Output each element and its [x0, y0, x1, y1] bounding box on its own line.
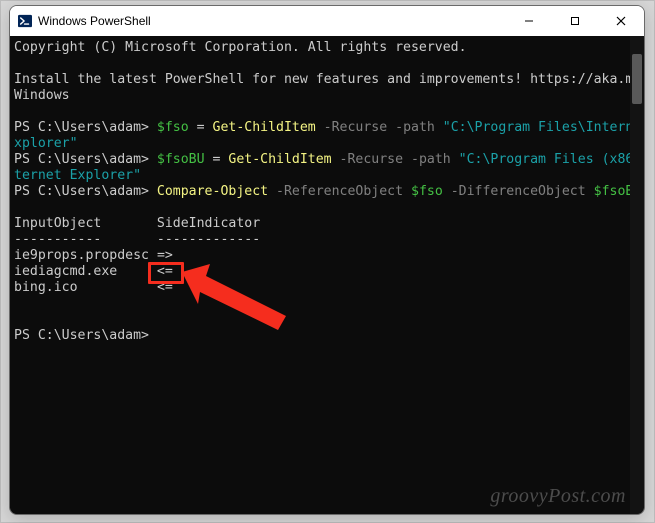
table-header-sideindicator: SideIndicator: [157, 216, 260, 231]
terminal-output[interactable]: Copyright (C) Microsoft Corporation. All…: [10, 36, 630, 514]
side-indicator: =>: [157, 248, 173, 263]
window-title: Windows PowerShell: [38, 14, 151, 28]
prompt-2: PS C:\Users\adam>: [14, 152, 157, 167]
powershell-icon: [18, 14, 32, 28]
table-row: iediagcmd.exe: [14, 264, 117, 279]
table-row: ie9props.propdesc: [14, 248, 149, 263]
close-button[interactable]: [598, 6, 644, 36]
powershell-window: Windows PowerShell Copyright (C) Microso…: [9, 5, 645, 515]
install-line-1: Install the latest PowerShell for new fe…: [14, 72, 645, 87]
cmd2-cmdlet: Get-ChildItem: [228, 152, 331, 167]
titlebar[interactable]: Windows PowerShell: [10, 6, 644, 36]
side-indicator: <=: [157, 280, 173, 295]
cmd1-var: $fso: [157, 120, 189, 135]
cmd2-var: $fsoBU: [157, 152, 205, 167]
cmd1-path-b: xplorer": [14, 136, 78, 151]
minimize-button[interactable]: [506, 6, 552, 36]
cmd2-path-b: ternet Explorer": [14, 168, 141, 183]
terminal-scrollbar[interactable]: [630, 36, 644, 514]
prompt-4: PS C:\Users\adam>: [14, 328, 157, 343]
copyright-line: Copyright (C) Microsoft Corporation. All…: [14, 40, 467, 55]
prompt-1: PS C:\Users\adam>: [14, 120, 157, 135]
cmd1-path-a: "C:\Program Files\Internet E: [443, 120, 645, 135]
prompt-3: PS C:\Users\adam>: [14, 184, 157, 199]
cmd2-path-a: "C:\Program Files (x86)\In: [459, 152, 645, 167]
table-header-inputobject: InputObject: [14, 216, 101, 231]
cmd3-cmdlet: Compare-Object: [157, 184, 268, 199]
maximize-button[interactable]: [552, 6, 598, 36]
table-row: bing.ico: [14, 280, 78, 295]
install-line-2: Windows: [14, 88, 70, 103]
scroll-thumb[interactable]: [632, 54, 642, 104]
cmd1-cmdlet: Get-ChildItem: [213, 120, 316, 135]
side-indicator: <=: [157, 264, 173, 279]
